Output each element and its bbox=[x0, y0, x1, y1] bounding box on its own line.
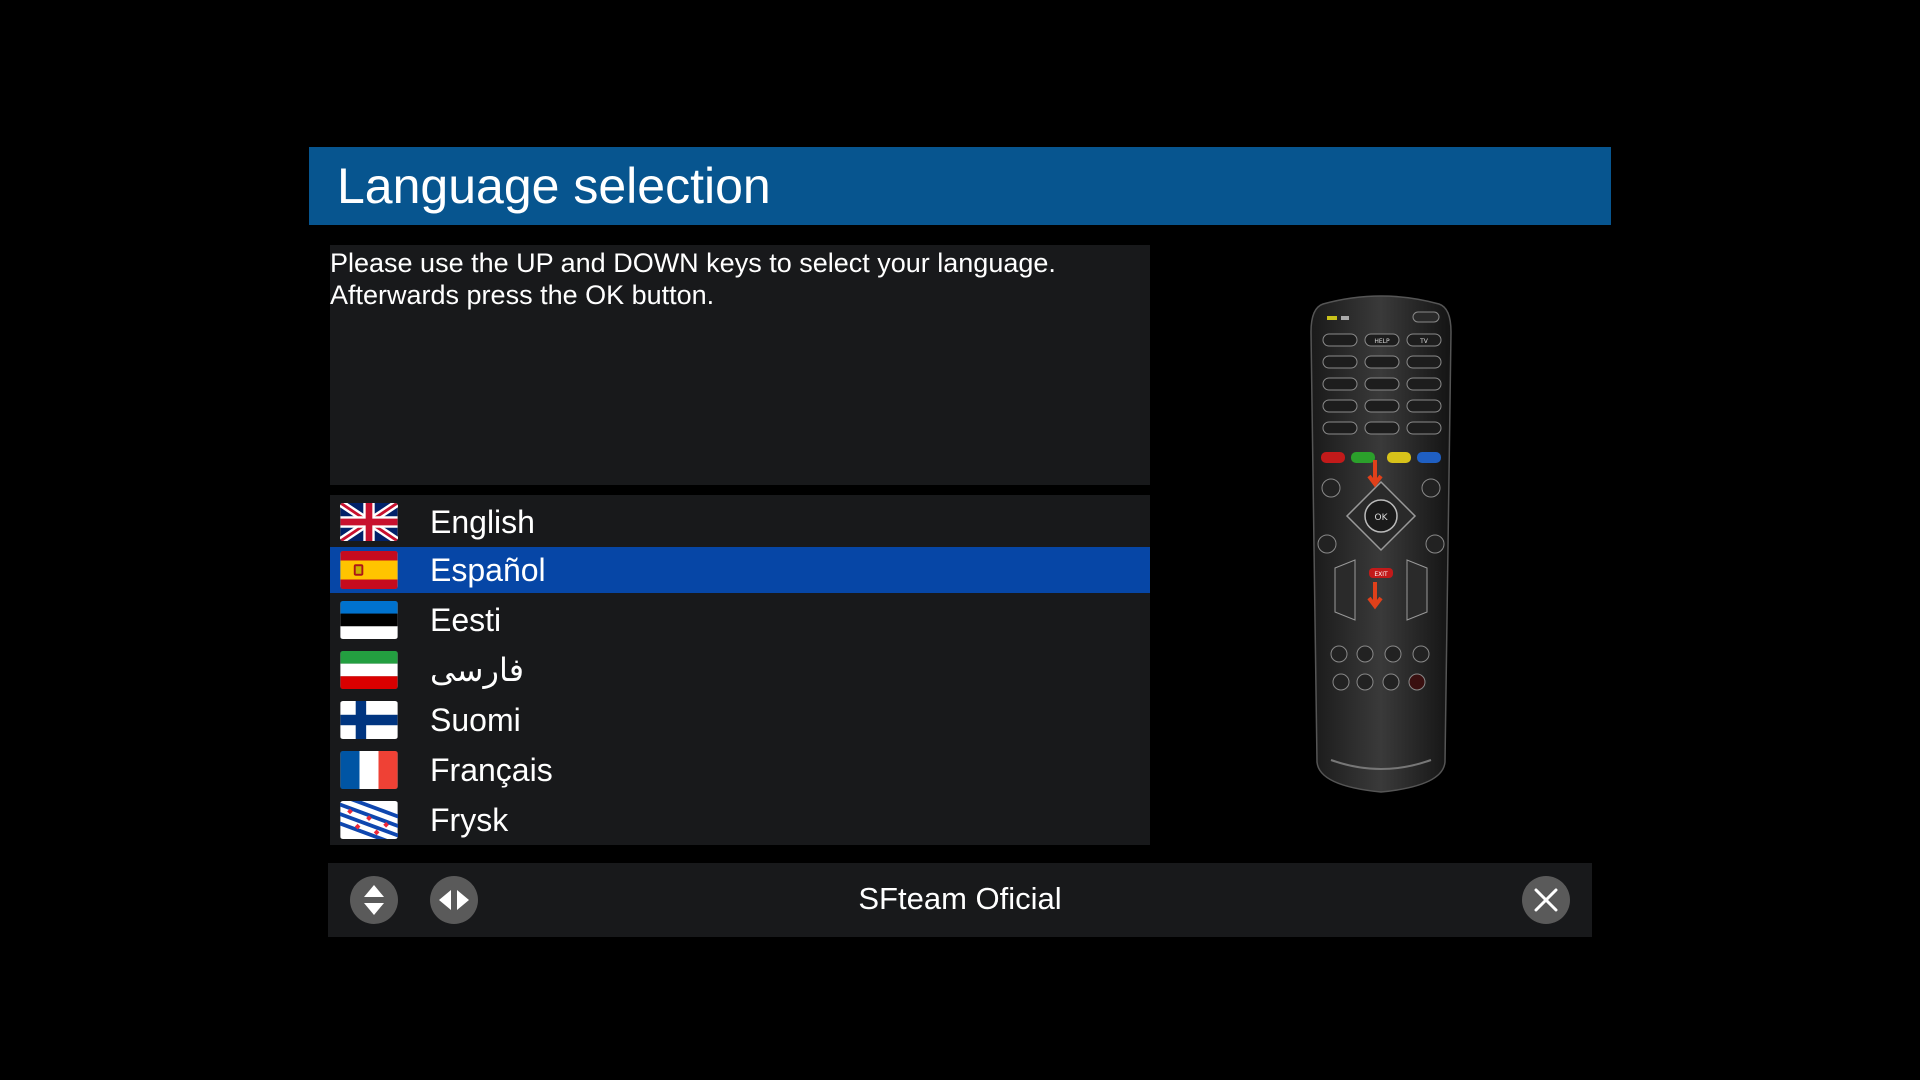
language-item-farsi[interactable]: فارسی bbox=[330, 647, 1150, 693]
frisian-flag-icon bbox=[340, 801, 398, 839]
language-item-francais[interactable]: Français bbox=[330, 747, 1150, 793]
language-label: English bbox=[430, 503, 535, 540]
title-bar: Language selection bbox=[309, 147, 1611, 225]
footer-label: SFteam Oficial bbox=[858, 881, 1062, 916]
remote-ok-label: OK bbox=[1375, 513, 1389, 523]
language-item-frysk[interactable]: Frysk bbox=[330, 797, 1150, 843]
close-icon[interactable] bbox=[1522, 876, 1570, 924]
language-item-english[interactable]: English bbox=[330, 499, 1150, 545]
instruction-line-2: Afterwards press the OK button. bbox=[330, 280, 715, 310]
uk-flag-icon bbox=[340, 503, 398, 541]
page-title: Language selection bbox=[337, 158, 771, 214]
language-item-eesti[interactable]: Eesti bbox=[330, 597, 1150, 643]
language-label: Frysk bbox=[430, 801, 509, 838]
language-item-espanol[interactable]: Español bbox=[330, 547, 1150, 593]
language-label: Eesti bbox=[430, 601, 502, 638]
language-label: فارسی bbox=[430, 652, 524, 688]
remote-tv-label: TV bbox=[1419, 338, 1429, 345]
france-flag-icon bbox=[340, 751, 398, 789]
spain-flag-icon bbox=[340, 551, 398, 589]
language-label: Suomi bbox=[430, 701, 521, 738]
remote-control-icon: HELP TV OK EXIT bbox=[1305, 292, 1457, 798]
iran-flag-icon bbox=[340, 651, 398, 689]
remote-help-label: HELP bbox=[1374, 338, 1390, 345]
remote-exit-label: EXIT bbox=[1374, 571, 1388, 578]
language-item-suomi[interactable]: Suomi bbox=[330, 697, 1150, 743]
language-label: Español bbox=[430, 551, 546, 588]
instruction-line-1: Please use the UP and DOWN keys to selec… bbox=[330, 248, 1056, 278]
footer-bar: SFteam Oficial bbox=[328, 863, 1592, 937]
language-label: Français bbox=[430, 751, 553, 788]
finland-flag-icon bbox=[340, 701, 398, 739]
estonia-flag-icon bbox=[340, 601, 398, 639]
instructions-panel: Please use the UP and DOWN keys to selec… bbox=[330, 245, 1150, 485]
language-list[interactable]: English Español Eesti فارسی Suomi França… bbox=[330, 495, 1150, 845]
